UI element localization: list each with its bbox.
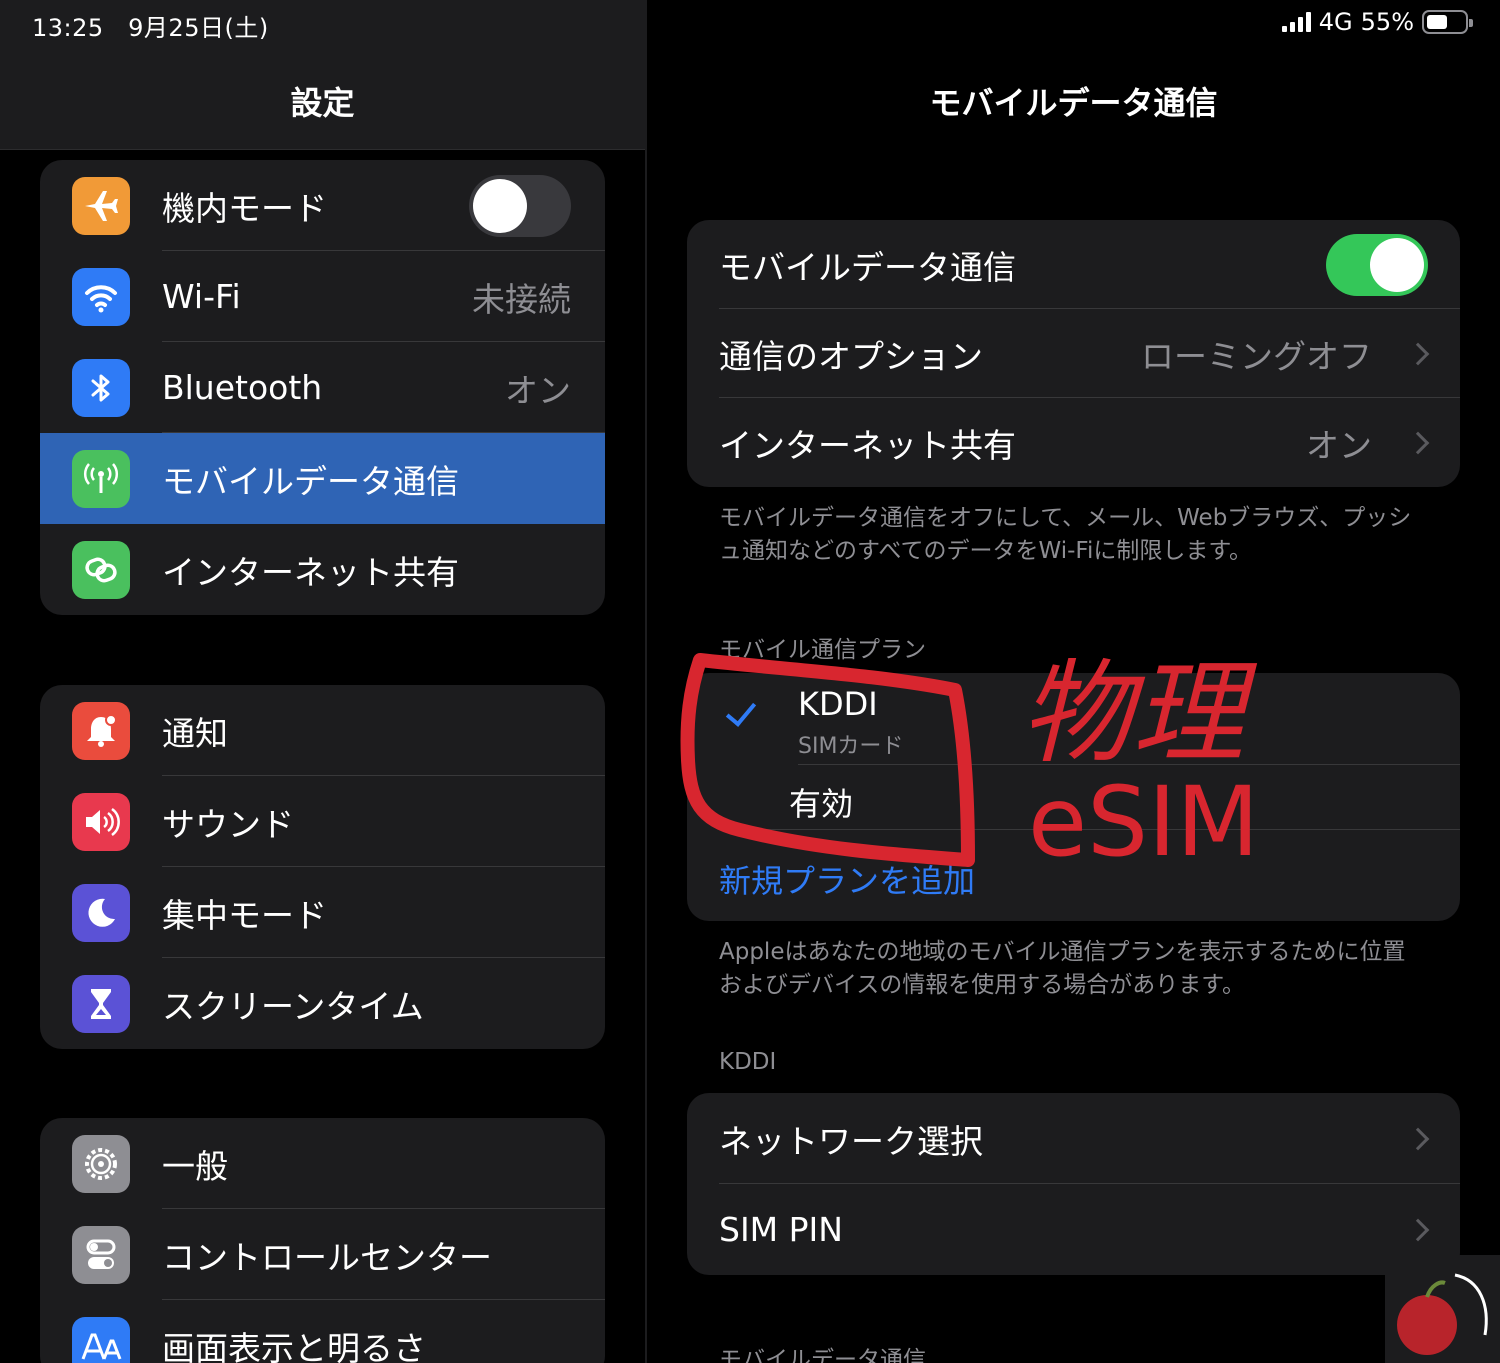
plan-row[interactable]: KDDI SIMカード	[687, 673, 1460, 765]
mobile-data-card: モバイルデータ通信 通信のオプション ローミングオフ インターネット共有 オン	[687, 220, 1460, 487]
chevron-right-icon	[1406, 342, 1430, 365]
bluetooth-status: オン	[505, 370, 571, 410]
sim-pin-label: SIM PIN	[719, 1210, 843, 1249]
moon-icon	[72, 883, 130, 942]
settings-sidebar: 13:25 9月25日(土) 設定 機内モード Wi-Fi 未接続 Blueto…	[0, 0, 645, 1363]
mobile-data-toggle[interactable]	[1326, 233, 1428, 296]
bell-icon	[72, 701, 130, 760]
plan-status: 有効	[789, 785, 854, 823]
sidebar-item-label: 集中モード	[162, 895, 327, 935]
sidebar-item-label: 通知	[162, 713, 228, 753]
settings-group-general: 一般 コントロールセンター 画面表示と明るさ	[40, 1118, 605, 1363]
sidebar-item-label: モバイルデータ通信	[162, 461, 459, 501]
switches-icon	[72, 1225, 130, 1284]
sidebar-header: 13:25 9月25日(土) 設定	[0, 0, 645, 150]
sidebar-item-display[interactable]: 画面表示と明るさ	[40, 1300, 605, 1363]
sidebar-item-label: スクリーンタイム	[162, 986, 424, 1026]
chevron-right-icon	[1406, 1218, 1430, 1241]
watermark-logo	[1385, 1255, 1500, 1363]
carrier-card: ネットワーク選択 SIM PIN	[687, 1093, 1460, 1275]
speaker-icon	[72, 792, 130, 851]
sidebar-item-screen-time[interactable]: スクリーンタイム	[40, 958, 605, 1049]
sidebar-item-bluetooth[interactable]: Bluetooth オン	[40, 342, 605, 433]
sidebar-item-sounds[interactable]: サウンド	[40, 776, 605, 867]
airplane-mode-toggle[interactable]	[469, 174, 571, 237]
checkmark-icon	[725, 695, 757, 727]
chevron-right-icon	[1406, 431, 1430, 454]
data-options-row[interactable]: 通信のオプション ローミングオフ	[687, 309, 1460, 398]
sidebar-item-label: インターネット共有	[162, 552, 459, 592]
hourglass-icon	[72, 974, 130, 1033]
add-plan-link[interactable]: 新規プランを追加	[719, 856, 975, 902]
hotspot-label: インターネット共有	[719, 425, 1016, 465]
plan-name: KDDI	[798, 685, 878, 723]
sidebar-item-control-center[interactable]: コントロールセンター	[40, 1209, 605, 1300]
status-time: 13:25 9月25日(土)	[32, 14, 269, 42]
network-type: 4G	[1318, 8, 1353, 36]
data-options-label: 通信のオプション	[719, 336, 983, 376]
plans-footnote: Appleはあなたの地域のモバイル通信プランを表示するために位置およびデバイスの…	[719, 939, 1406, 998]
mobile-data-label: モバイルデータ通信	[719, 247, 1016, 287]
network-selection-label: ネットワーク選択	[719, 1121, 983, 1161]
sidebar-item-airplane[interactable]: 機内モード	[40, 160, 605, 251]
mobile-data-row: モバイルデータ通信	[687, 220, 1460, 309]
plan-subtitle: SIMカード	[798, 734, 904, 759]
plans-card: KDDI SIMカード 有効 新規プランを追加	[687, 673, 1460, 921]
sidebar-item-mobile-data[interactable]: モバイルデータ通信	[40, 433, 605, 524]
status-indicators: 4G 55%	[1281, 8, 1473, 36]
data-options-value: ローミングオフ	[1141, 336, 1372, 376]
text-size-icon	[72, 1316, 130, 1363]
airplane-icon	[72, 176, 130, 235]
network-selection-row[interactable]: ネットワーク選択	[687, 1093, 1460, 1184]
sidebar-item-general[interactable]: 一般	[40, 1118, 605, 1209]
battery-percent: 55%	[1360, 8, 1414, 36]
plans-header: モバイル通信プラン	[719, 637, 926, 663]
hotspot-row[interactable]: インターネット共有 オン	[687, 398, 1460, 487]
sidebar-item-label: サウンド	[162, 804, 294, 844]
mobile-data-footnote: モバイルデータ通信をオフにして、メール、Webブラウズ、プッシュ通知などのすべて…	[719, 505, 1412, 564]
gear-icon	[72, 1134, 130, 1193]
settings-group-notifications: 通知 サウンド 集中モード スクリーンタイム	[40, 685, 605, 1049]
sidebar-item-notifications[interactable]: 通知	[40, 685, 605, 776]
wifi-icon	[72, 267, 130, 326]
sidebar-item-label: コントロールセンター	[162, 1237, 492, 1277]
sidebar-item-focus[interactable]: 集中モード	[40, 867, 605, 958]
link-icon	[72, 540, 130, 599]
bluetooth-icon	[72, 358, 130, 417]
hotspot-value: オン	[1306, 425, 1372, 465]
settings-group-connectivity: 機内モード Wi-Fi 未接続 Bluetooth オン モバイルデータ通信 イ…	[40, 160, 605, 615]
detail-title: モバイルデータ通信	[929, 84, 1218, 122]
signal-icon	[1281, 12, 1311, 32]
sidebar-item-label: 一般	[162, 1146, 228, 1186]
battery-icon	[1422, 10, 1473, 34]
sidebar-item-label: 画面表示と明るさ	[162, 1328, 426, 1363]
carrier-header: KDDI	[719, 1049, 777, 1075]
sidebar-item-label: Bluetooth	[162, 368, 323, 407]
sidebar-title: 設定	[290, 84, 355, 122]
antenna-icon	[72, 449, 130, 508]
sim-pin-row[interactable]: SIM PIN	[687, 1184, 1460, 1275]
sidebar-item-label: Wi-Fi	[162, 277, 241, 316]
chevron-right-icon	[1406, 1127, 1430, 1150]
detail-pane: 4G 55% モバイルデータ通信 モバイルデータ通信 通信のオプション ローミン…	[647, 0, 1500, 1363]
wifi-status: 未接続	[472, 279, 571, 319]
sidebar-item-label: 機内モード	[162, 188, 327, 228]
sidebar-item-wifi[interactable]: Wi-Fi 未接続	[40, 251, 605, 342]
sidebar-item-hotspot[interactable]: インターネット共有	[40, 524, 605, 615]
bottom-section-header: モバイルデータ通信	[719, 1347, 926, 1363]
